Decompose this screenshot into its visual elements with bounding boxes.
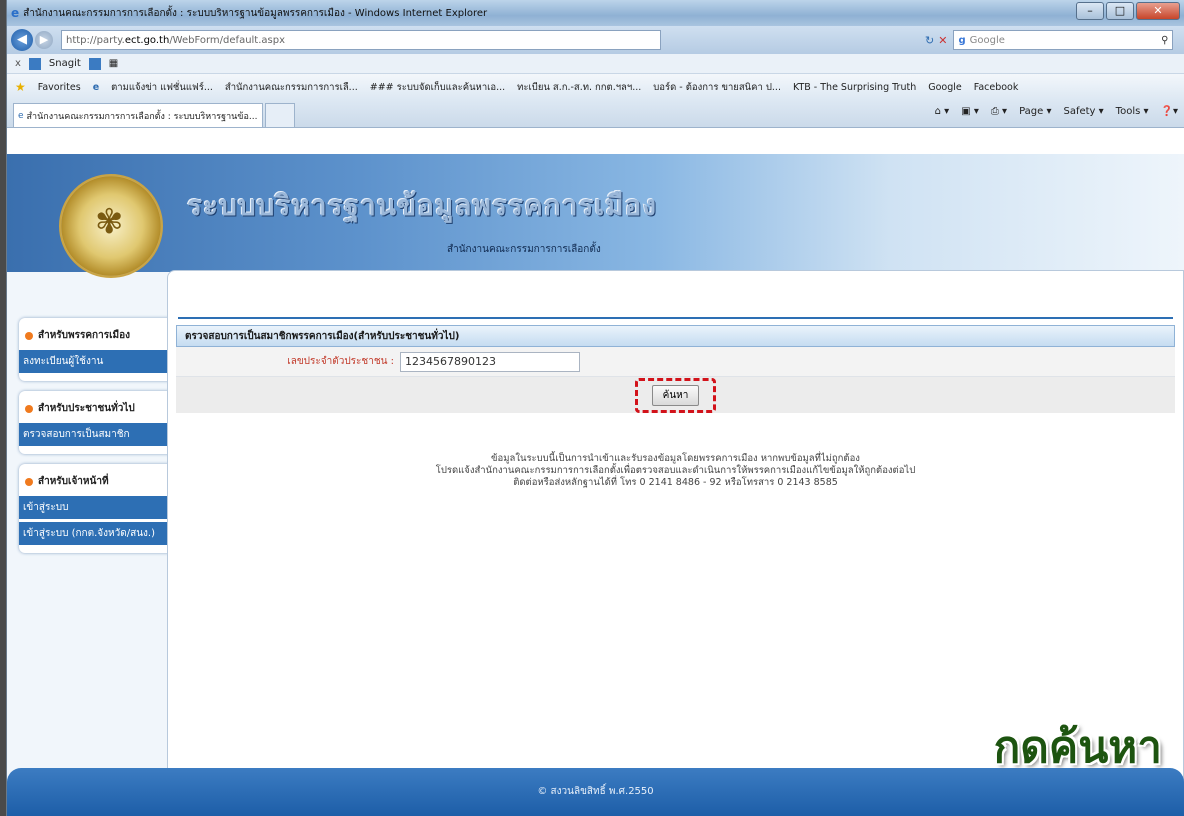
refresh-icon[interactable]: ↻ bbox=[925, 34, 934, 47]
favorite-link[interactable]: KTB - The Surprising Truth bbox=[793, 82, 916, 93]
favorite-link[interactable]: สำนักงานคณะกรรมการการเลื... bbox=[225, 80, 358, 95]
bullet-icon bbox=[25, 404, 33, 413]
tab-ie-icon: e bbox=[18, 110, 24, 121]
notice-text: ข้อมูลในระบบนี้เป็นการนำเข้าและรับรองข้อ… bbox=[168, 453, 1183, 489]
sidebar-item-login[interactable]: เข้าสู่ระบบ bbox=[19, 496, 177, 519]
home-icon[interactable]: ⌂ ▾ bbox=[935, 106, 950, 117]
window-title: สำนักงานคณะกรรมการการเลือกตั้ง : ระบบบริ… bbox=[23, 7, 488, 19]
close-button[interactable]: ✕ bbox=[1136, 2, 1180, 20]
banner-subtitle: สำนักงานคณะกรรมการการเลือกตั้ง bbox=[447, 244, 601, 255]
favorites-star-icon[interactable]: ★ bbox=[15, 80, 26, 94]
search-input[interactable]: g Google ⚲ bbox=[953, 30, 1174, 50]
sidebar: สำหรับพรรคการเมือง ลงทะเบียนผู้ใช้งาน สำ… bbox=[19, 318, 177, 563]
help-icon[interactable]: ❓▾ bbox=[1161, 106, 1178, 117]
back-button[interactable]: ◀ bbox=[11, 29, 33, 51]
sidebar-item-check-membership[interactable]: ตรวจสอบการเป็นสมาชิก bbox=[19, 423, 177, 446]
window-controls: – □ ✕ bbox=[1076, 2, 1180, 20]
safety-menu[interactable]: Safety ▾ bbox=[1063, 106, 1103, 117]
url-path: /WebForm/default.aspx bbox=[169, 34, 286, 46]
sidebar-group-party: สำหรับพรรคการเมือง ลงทะเบียนผู้ใช้งาน bbox=[19, 318, 177, 381]
stop-icon[interactable]: ✕ bbox=[938, 34, 947, 47]
id-number-label: เลขประจำตัวประชาชน : bbox=[287, 356, 394, 367]
panel-divider bbox=[178, 271, 1173, 319]
ect-seal-logo bbox=[59, 174, 163, 278]
sidebar-group-heading: สำหรับประชาชนทั่วไป bbox=[19, 397, 177, 420]
favorites-button[interactable]: Favorites bbox=[38, 82, 81, 93]
url-domain: ect.go.th bbox=[124, 34, 170, 46]
notice-line: ข้อมูลในระบบนี้เป็นการนำเข้าและรับรองข้อ… bbox=[491, 453, 860, 464]
id-number-row: เลขประจำตัวประชาชน : 1234567890123 bbox=[176, 347, 1175, 377]
address-bar[interactable]: http://party. ect.go.th/WebForm/default.a… bbox=[61, 30, 661, 50]
browser-tab[interactable]: e สำนักงานคณะกรรมการการเลือกตั้ง : ระบบบ… bbox=[13, 103, 263, 127]
ie-icon: e bbox=[11, 6, 20, 20]
favorite-link[interactable]: ทะเบียน ส.ก.-ส.ท. กกต.ฯลฯ... bbox=[517, 80, 641, 95]
id-number-input[interactable]: 1234567890123 bbox=[400, 351, 580, 372]
sidebar-group-heading: สำหรับเจ้าหน้าที่ bbox=[19, 470, 177, 493]
snagit-toolbar: x Snagit ▦ bbox=[7, 54, 1184, 74]
search-placeholder: Google bbox=[969, 34, 1005, 46]
fav-icon: e bbox=[92, 81, 100, 93]
bullet-icon bbox=[25, 331, 33, 340]
minimize-button[interactable]: – bbox=[1076, 2, 1104, 20]
page-menu[interactable]: Page ▾ bbox=[1019, 106, 1051, 117]
address-toolbar: ◀ ▶ http://party. ect.go.th/WebForm/defau… bbox=[7, 26, 1184, 54]
bullet-icon bbox=[25, 477, 33, 486]
favorite-link[interactable]: Facebook bbox=[974, 82, 1019, 93]
title-bar: e สำนักงานคณะกรรมการการเลือกตั้ง : ระบบบ… bbox=[7, 0, 1184, 26]
address-tools: ↻ ✕ bbox=[925, 34, 947, 47]
notice-line: โปรดแจ้งสำนักงานคณะกรรมการการเลือกตั้งเพ… bbox=[435, 465, 916, 476]
instruction-annotation: กดค้นหา bbox=[993, 722, 1162, 773]
site-banner: ระบบบริหารฐานข้อมูลพรรคการเมือง สำนักงาน… bbox=[7, 154, 1184, 278]
banner-title: ระบบบริหารฐานข้อมูลพรรคการเมือง bbox=[187, 189, 658, 222]
print-icon[interactable]: ⎙ ▾ bbox=[991, 106, 1007, 117]
sidebar-item-register[interactable]: ลงทะเบียนผู้ใช้งาน bbox=[19, 350, 177, 373]
command-bar: ⌂ ▾ ▣ ▾ ⎙ ▾ Page ▾ Safety ▾ Tools ▾ ❓▾ bbox=[935, 106, 1178, 117]
url-prefix: http://party. bbox=[66, 34, 125, 46]
favorite-link[interactable]: บอร์ด - ต้องการ ขายสนิคา ป... bbox=[653, 80, 781, 95]
snagit-close-icon[interactable]: x bbox=[15, 58, 21, 69]
tab-label: สำนักงานคณะกรรมการการเลือกตั้ง : ระบบบริ… bbox=[26, 111, 258, 122]
favorite-link[interactable]: ตามแจ้งข่า แฟชั่นแฟร์... bbox=[111, 80, 213, 95]
favorite-link[interactable]: Google bbox=[928, 82, 962, 93]
maximize-button[interactable]: □ bbox=[1106, 2, 1134, 20]
snagit-button[interactable]: Snagit bbox=[49, 58, 81, 69]
notice-line: ติดต่อหรือส่งหลักฐานได้ที่ โทร 0 2141 84… bbox=[513, 477, 838, 488]
copyright-text: © สงวนลิขสิทธิ์ พ.ศ.2550 bbox=[537, 786, 654, 797]
feeds-icon[interactable]: ▣ ▾ bbox=[961, 106, 979, 117]
google-icon: g bbox=[958, 34, 966, 46]
snagit-capture-icon[interactable] bbox=[88, 57, 101, 70]
forward-button[interactable]: ▶ bbox=[35, 31, 53, 49]
sidebar-item-login-province[interactable]: เข้าสู่ระบบ (กกต.จังหวัด/สนง.) bbox=[19, 522, 177, 545]
tools-menu[interactable]: Tools ▾ bbox=[1116, 106, 1149, 117]
new-tab-button[interactable] bbox=[265, 103, 295, 127]
tab-bar: e สำนักงานคณะกรรมการการเลือกตั้ง : ระบบบ… bbox=[7, 100, 1184, 128]
snagit-icon bbox=[28, 57, 41, 70]
search-icon[interactable]: ⚲ bbox=[1161, 35, 1172, 46]
button-row: ค้นหา bbox=[176, 377, 1175, 413]
highlight-box: ค้นหา bbox=[634, 377, 717, 413]
sidebar-group-staff: สำหรับเจ้าหน้าที่ เข้าสู่ระบบ เข้าสู่ระบ… bbox=[19, 464, 177, 553]
sidebar-group-heading: สำหรับพรรคการเมือง bbox=[19, 324, 177, 347]
favorites-bar: ★ Favorites e ตามแจ้งข่า แฟชั่นแฟร์... ส… bbox=[7, 74, 1184, 100]
favorite-link[interactable]: ### ระบบจัดเก็บและค้นหาเอ... bbox=[370, 80, 505, 95]
search-button[interactable]: ค้นหา bbox=[651, 384, 700, 406]
sidebar-group-public: สำหรับประชาชนทั่วไป ตรวจสอบการเป็นสมาชิก bbox=[19, 391, 177, 454]
snagit-edit-icon[interactable]: ▦ bbox=[109, 58, 118, 69]
form-heading: ตรวจสอบการเป็นสมาชิกพรรคการเมือง(สำหรับป… bbox=[176, 325, 1175, 347]
browser-window: e สำนักงานคณะกรรมการการเลือกตั้ง : ระบบบ… bbox=[6, 0, 1184, 816]
